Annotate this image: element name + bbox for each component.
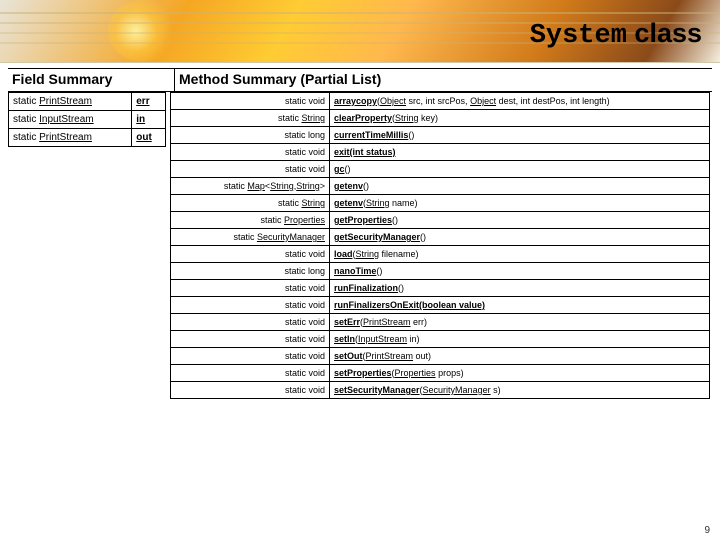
method-row: static longnanoTime() <box>171 263 710 280</box>
field-row: static PrintStreamerr <box>9 93 166 111</box>
field-name: in <box>132 111 166 129</box>
method-return-type: static void <box>171 314 330 331</box>
method-return-type: static Properties <box>171 212 330 229</box>
field-name: err <box>132 93 166 111</box>
method-return-type: static void <box>171 365 330 382</box>
method-summary-table: static voidarraycopy(Object src, int src… <box>170 92 710 399</box>
method-signature: setProperties(Properties props) <box>330 365 710 382</box>
method-return-type: static void <box>171 382 330 399</box>
field-summary-table: static PrintStreamerrstatic InputStreami… <box>8 92 166 147</box>
method-signature: getSecurityManager() <box>330 229 710 246</box>
method-return-type: static Map<String,String> <box>171 178 330 195</box>
method-signature: setErr(PrintStream err) <box>330 314 710 331</box>
method-return-type: static void <box>171 93 330 110</box>
method-signature: getenv(String name) <box>330 195 710 212</box>
method-row: static voidsetErr(PrintStream err) <box>171 314 710 331</box>
slide-title: System class <box>530 18 702 51</box>
method-signature: runFinalizersOnExit(boolean value) <box>330 297 710 314</box>
method-signature: load(String filename) <box>330 246 710 263</box>
method-signature: getenv() <box>330 178 710 195</box>
method-row: static voidload(String filename) <box>171 246 710 263</box>
method-row: static Map<String,String>getenv() <box>171 178 710 195</box>
method-signature: gc() <box>330 161 710 178</box>
method-return-type: static long <box>171 263 330 280</box>
field-type: static PrintStream <box>9 129 132 147</box>
summary-headers: Field Summary Method Summary (Partial Li… <box>8 68 712 92</box>
method-row: static StringclearProperty(String key) <box>171 110 710 127</box>
method-return-type: static long <box>171 127 330 144</box>
method-row: static voidrunFinalization() <box>171 280 710 297</box>
method-row: static voidgc() <box>171 161 710 178</box>
method-return-type: static void <box>171 331 330 348</box>
method-row: static voidexit(int status) <box>171 144 710 161</box>
page-number: 9 <box>704 525 710 536</box>
method-signature: currentTimeMillis() <box>330 127 710 144</box>
method-return-type: static String <box>171 110 330 127</box>
field-row: static PrintStreamout <box>9 129 166 147</box>
field-type: static PrintStream <box>9 93 132 111</box>
method-signature: arraycopy(Object src, int srcPos, Object… <box>330 93 710 110</box>
method-row: static voidsetOut(PrintStream out) <box>171 348 710 365</box>
field-name: out <box>132 129 166 147</box>
method-row: static SecurityManagergetSecurityManager… <box>171 229 710 246</box>
method-signature: nanoTime() <box>330 263 710 280</box>
method-row: static voidsetSecurityManager(SecurityMa… <box>171 382 710 399</box>
method-signature: clearProperty(String key) <box>330 110 710 127</box>
title-word: class <box>634 18 702 48</box>
field-type: static InputStream <box>9 111 132 129</box>
field-row: static InputStreamin <box>9 111 166 129</box>
method-return-type: static void <box>171 280 330 297</box>
method-return-type: static void <box>171 348 330 365</box>
method-return-type: static void <box>171 246 330 263</box>
method-signature: setIn(InputStream in) <box>330 331 710 348</box>
method-signature: exit(int status) <box>330 144 710 161</box>
method-row: static Stringgetenv(String name) <box>171 195 710 212</box>
method-row: static voidsetProperties(Properties prop… <box>171 365 710 382</box>
method-return-type: static SecurityManager <box>171 229 330 246</box>
method-signature: getProperties() <box>330 212 710 229</box>
method-return-type: static void <box>171 297 330 314</box>
method-signature: runFinalization() <box>330 280 710 297</box>
method-return-type: static void <box>171 144 330 161</box>
field-summary-header: Field Summary <box>8 69 175 91</box>
method-row: static voidrunFinalizersOnExit(boolean v… <box>171 297 710 314</box>
title-code: System <box>530 21 627 51</box>
method-row: static voidsetIn(InputStream in) <box>171 331 710 348</box>
method-row: static voidarraycopy(Object src, int src… <box>171 93 710 110</box>
method-signature: setOut(PrintStream out) <box>330 348 710 365</box>
method-summary-header: Method Summary (Partial List) <box>175 69 712 91</box>
method-signature: setSecurityManager(SecurityManager s) <box>330 382 710 399</box>
method-row: static PropertiesgetProperties() <box>171 212 710 229</box>
method-return-type: static String <box>171 195 330 212</box>
method-row: static longcurrentTimeMillis() <box>171 127 710 144</box>
method-return-type: static void <box>171 161 330 178</box>
